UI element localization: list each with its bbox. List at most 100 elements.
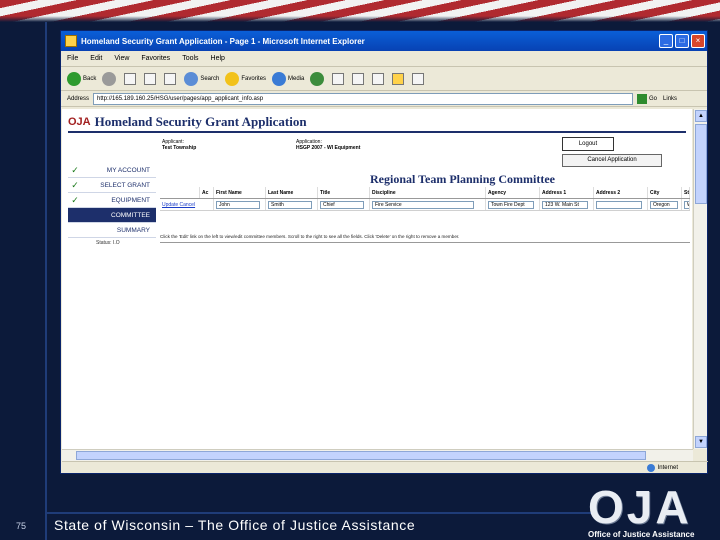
committee-title: Regional Team Planning Committee <box>370 172 555 186</box>
checkmark-icon: ✓ <box>71 164 79 175</box>
scroll-up-icon[interactable]: ▲ <box>695 110 707 122</box>
history-button[interactable] <box>310 71 326 86</box>
table-header: Ac First Name Last Name Title Discipline… <box>160 187 690 199</box>
forward-button[interactable] <box>102 71 118 86</box>
menu-tools[interactable]: Tools <box>182 55 198 62</box>
scroll-thumb[interactable] <box>695 124 707 204</box>
browser-window: Homeland Security Grant Application - Pa… <box>60 30 708 474</box>
slide-horizontal-rule <box>47 512 592 514</box>
forward-arrow-icon <box>102 71 117 86</box>
print-button[interactable] <box>352 72 366 85</box>
nav-label: MY ACCOUNT <box>106 166 150 174</box>
menu-view[interactable]: View <box>114 55 129 62</box>
menu-file[interactable]: File <box>67 55 78 62</box>
page-button[interactable] <box>412 72 426 85</box>
app-header: OJA Homeland Security Grant Application <box>68 113 686 133</box>
address-input[interactable]: http://165.189.160.25/HSG/user/pages/app… <box>93 92 634 105</box>
agency-input[interactable]: Town Fire Dept <box>488 200 534 209</box>
menu-favorites[interactable]: Favorites <box>141 55 170 62</box>
slide-sidebar <box>0 22 44 540</box>
title-cell: Chief <box>318 199 370 210</box>
title-input[interactable]: Chief <box>320 200 365 209</box>
address1-input[interactable]: 123 W. Main St <box>542 200 588 209</box>
folder-icon <box>392 72 405 85</box>
nav-label: COMMITTEE <box>111 211 150 219</box>
home-icon <box>164 72 177 85</box>
last-name-cell: Smith <box>266 199 318 210</box>
nav-item-equipment[interactable]: ✓ EQUIPMENT <box>68 193 156 208</box>
discipline-select[interactable]: Fire Service <box>372 200 474 209</box>
checkmark-icon: ✓ <box>71 194 79 205</box>
title-bar: Homeland Security Grant Application - Pa… <box>61 31 707 51</box>
app-logo: OJA <box>68 116 91 128</box>
application-info: Application: HSGP 2007 - WI Equipment <box>296 139 360 151</box>
go-label: Go <box>649 95 658 102</box>
maximize-icon[interactable]: □ <box>675 34 689 48</box>
back-button[interactable]: Back <box>67 71 97 86</box>
favorites-button[interactable]: Favorites <box>225 71 267 86</box>
media-button[interactable]: Media <box>272 71 305 86</box>
state-input[interactable]: WI <box>684 200 689 209</box>
stop-button[interactable] <box>124 72 138 85</box>
refresh-button[interactable] <box>144 72 158 85</box>
printer-icon <box>352 72 365 85</box>
edit-icon <box>372 72 385 85</box>
search-label: Search <box>200 75 220 82</box>
menu-help[interactable]: Help <box>211 55 225 62</box>
ie-icon <box>65 35 77 47</box>
column-header: Address 1 <box>540 187 594 198</box>
address2-input[interactable] <box>596 200 642 209</box>
media-icon <box>272 71 287 86</box>
state-cell: WI <box>682 199 690 210</box>
home-button[interactable] <box>164 72 178 85</box>
oja-logo-subtitle: Office of Justice Assistance <box>588 530 695 539</box>
search-button[interactable]: Search <box>184 71 220 86</box>
edit-button[interactable] <box>372 72 386 85</box>
last-name-input[interactable]: Smith <box>268 200 313 209</box>
logout-button[interactable]: Logout <box>562 137 614 151</box>
history-icon <box>310 71 325 86</box>
folder-button[interactable] <box>392 72 406 85</box>
nav-label: SUMMARY <box>116 226 150 234</box>
first-name-cell: John <box>214 199 266 210</box>
update-cancel-link[interactable]: Update Cancel <box>162 202 195 208</box>
internet-globe-icon <box>646 464 655 472</box>
search-icon <box>184 71 199 86</box>
page-icon <box>412 72 425 85</box>
minimize-icon[interactable]: _ <box>659 34 673 48</box>
address-bar: Address http://165.189.160.25/HSG/user/p… <box>61 91 707 107</box>
stop-icon <box>124 72 137 85</box>
cancel-application-button[interactable]: Cancel Application <box>562 154 662 167</box>
media-label: Media <box>288 75 305 82</box>
address-label: Address <box>67 95 90 102</box>
nav-item-summary[interactable]: SUMMARY <box>68 223 156 238</box>
instruction-note: Click the 'Edit' link on the left to vie… <box>160 234 690 243</box>
refresh-icon <box>144 72 157 85</box>
city-input[interactable]: Oregon <box>650 200 678 209</box>
menu-bar: File Edit View Favorites Tools Help <box>61 51 707 67</box>
mail-icon <box>332 72 345 85</box>
links-button[interactable]: Links <box>663 96 677 102</box>
row-action-links[interactable]: Update Cancel <box>160 199 214 210</box>
go-button[interactable]: Go <box>637 93 658 104</box>
agency-cell: Town Fire Dept <box>486 199 540 210</box>
nav-item-committee[interactable]: COMMITTEE <box>68 208 156 223</box>
first-name-input[interactable]: John <box>216 200 261 209</box>
menu-edit[interactable]: Edit <box>90 55 102 62</box>
window-title: Homeland Security Grant Application - Pa… <box>81 36 365 46</box>
back-label: Back <box>83 75 97 82</box>
toolbar: Back Search Favorites Media <box>61 67 707 91</box>
scroll-thumb[interactable] <box>76 451 646 460</box>
column-header: Discipline <box>370 187 486 198</box>
vertical-scrollbar[interactable]: ▲ ▼ <box>693 109 707 449</box>
nav-item-select-grant[interactable]: ✓ SELECT GRANT <box>68 178 156 193</box>
slide-vertical-rule <box>45 22 47 540</box>
favorites-label: Favorites <box>241 75 267 82</box>
horizontal-scrollbar[interactable] <box>62 449 693 461</box>
column-header: First Name <box>214 187 266 198</box>
column-header: Ac <box>200 187 214 198</box>
nav-item-my-account[interactable]: ✓ MY ACCOUNT <box>68 163 156 178</box>
scroll-down-icon[interactable]: ▼ <box>695 436 707 448</box>
close-icon[interactable]: × <box>691 34 705 48</box>
mail-button[interactable] <box>332 72 346 85</box>
